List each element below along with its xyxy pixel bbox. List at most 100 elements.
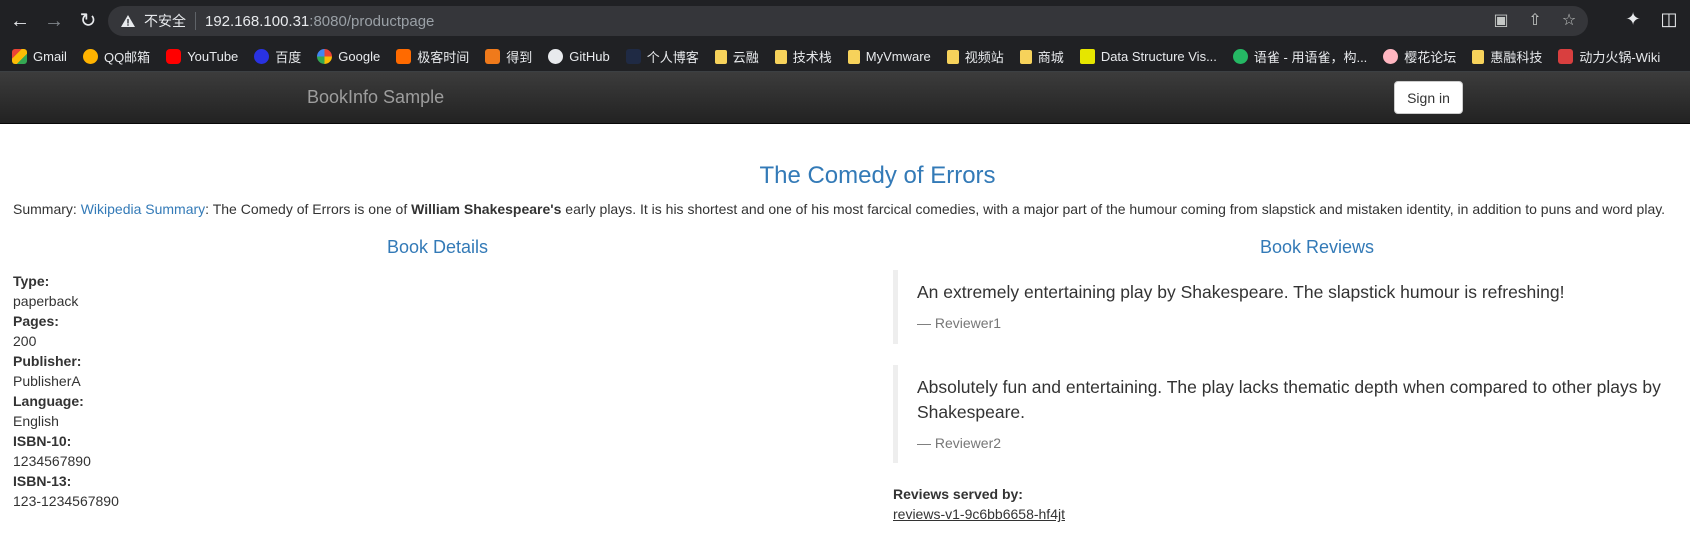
- detail-value: 1234567890: [13, 453, 91, 469]
- address-bar[interactable]: 不安全 192.168.100.31:8080/productpage ▣ ⇧ …: [108, 6, 1588, 36]
- bookmark-label: 视频站: [964, 50, 1004, 65]
- translate-icon[interactable]: ▣: [1492, 12, 1510, 30]
- bookmark-item[interactable]: 极客时间: [396, 47, 469, 66]
- detail-label: ISBN-10:: [13, 433, 72, 449]
- sakura-icon: [1383, 49, 1399, 64]
- bookmark-label: 得到: [506, 50, 533, 65]
- detail-value: 123-1234567890: [13, 493, 119, 509]
- back-arrow-icon[interactable]: ←: [6, 7, 34, 35]
- star-icon[interactable]: ☆: [1560, 12, 1578, 30]
- bookmark-item[interactable]: QQ邮箱: [82, 47, 151, 66]
- sign-in-button[interactable]: Sign in: [1394, 81, 1463, 114]
- folder-icon: [714, 49, 727, 64]
- bookmark-item[interactable]: 商城: [1019, 47, 1064, 66]
- summary-text-post: early plays. It is his shortest and one …: [561, 201, 1666, 217]
- detail-value: PublisherA: [13, 373, 81, 389]
- folder-icon: [774, 49, 787, 64]
- bookmark-item[interactable]: 樱花论坛: [1383, 47, 1456, 66]
- dedao-icon: [485, 49, 501, 64]
- wikipedia-summary-link[interactable]: Wikipedia Summary: [81, 201, 205, 217]
- review-item: Absolutely fun and entertaining. The pla…: [893, 365, 1673, 463]
- book-details-list: Type: paperback Pages: 200 Publisher: Publish…: [13, 271, 119, 511]
- url-path: :8080/productpage: [309, 12, 435, 30]
- bookmark-item[interactable]: 惠融科技: [1472, 47, 1542, 66]
- detail-label: Language:: [13, 393, 84, 409]
- detail-label: Pages:: [13, 313, 59, 329]
- share-icon[interactable]: ⇧: [1526, 12, 1544, 30]
- book-reviews-heading: Book Reviews: [1260, 237, 1375, 257]
- detail-label: Type:: [13, 273, 50, 289]
- bookmark-label: 语雀 - 用语雀，构...: [1253, 50, 1368, 65]
- baidu-icon: [254, 49, 270, 64]
- review-item: An extremely entertaining play by Shakes…: [893, 270, 1673, 344]
- omnibox-separator: [195, 12, 196, 30]
- page-title: The Comedy of Errors: [759, 162, 996, 189]
- reviews-pod-name: reviews-v1-9c6bb6658-hf4jt: [893, 506, 1065, 522]
- bookmark-label: 动力火锅-Wiki: [1579, 50, 1661, 65]
- bookmark-label: YouTube: [187, 49, 239, 64]
- book-details-heading: Book Details: [387, 237, 489, 257]
- bookmark-item[interactable]: GitHub: [548, 49, 610, 64]
- browser-toolbar: ← → ↻ 不安全 192.168.100.31:8080/productpag…: [0, 0, 1690, 42]
- navbar: BookInfo Sample Sign in: [0, 72, 1690, 124]
- qq-icon: [82, 49, 98, 64]
- bookmark-label: GitHub: [569, 49, 610, 64]
- review-author: — Reviewer1: [917, 315, 1002, 331]
- url-host: 192.168.100.31: [205, 12, 310, 30]
- brand-link[interactable]: BookInfo Sample: [307, 87, 444, 108]
- bookmark-item[interactable]: 百度: [254, 47, 301, 66]
- gmail-icon: [12, 49, 27, 64]
- summary-label: Summary:: [13, 201, 77, 217]
- bookmark-item[interactable]: 技术栈: [774, 47, 832, 66]
- usf-icon: [1079, 49, 1095, 64]
- folder-icon: [946, 49, 959, 64]
- bookmark-item[interactable]: 得到: [485, 47, 532, 66]
- review-text: An extremely entertaining play by Shakes…: [917, 282, 1565, 302]
- folder-icon: [1472, 49, 1485, 64]
- detail-value: paperback: [13, 293, 79, 309]
- bookmark-item[interactable]: YouTube: [166, 49, 238, 64]
- bookmark-item[interactable]: 云融: [714, 47, 759, 66]
- summary-text-pre: : The Comedy of Errors is one of: [205, 201, 412, 217]
- yuque-icon: [1232, 49, 1248, 64]
- bookmark-item[interactable]: 语雀 - 用语雀，构...: [1232, 47, 1368, 66]
- bookmark-item[interactable]: Google: [317, 49, 380, 64]
- bookmark-item[interactable]: Gmail: [12, 49, 67, 64]
- bookmark-item[interactable]: Data Structure Vis...: [1079, 49, 1217, 64]
- review-author: — Reviewer2: [917, 435, 1002, 451]
- detail-value: 200: [13, 333, 37, 349]
- bookmark-label: 个人博客: [646, 50, 699, 65]
- bookmark-label: QQ邮箱: [103, 50, 151, 65]
- bookmark-label: 云融: [732, 50, 759, 65]
- bookmark-item[interactable]: 视频站: [946, 47, 1004, 66]
- bookmark-label: MyVmware: [865, 49, 931, 64]
- bookmark-label: Data Structure Vis...: [1100, 49, 1217, 64]
- gh-icon: [548, 49, 564, 64]
- detail-value: English: [13, 413, 59, 429]
- bookmark-label: 樱花论坛: [1404, 50, 1457, 65]
- bookmark-item[interactable]: MyVmware: [847, 49, 931, 64]
- warning-icon: [120, 13, 136, 29]
- detail-label: Publisher:: [13, 353, 82, 369]
- bookmark-label: Google: [338, 49, 381, 64]
- detail-label: ISBN-13:: [13, 473, 72, 489]
- book-summary: Summary: Wikipedia Summary: The Comedy o…: [13, 201, 1683, 217]
- dongli-icon: [1558, 49, 1574, 64]
- bookmarks-bar: Gmail QQ邮箱 YouTube 百度 Google 极客时间 得到 GitHub 个人博客…: [0, 42, 1690, 72]
- bookmark-item[interactable]: 动力火锅-Wiki: [1558, 47, 1660, 66]
- review-text: Absolutely fun and entertaining. The pla…: [917, 377, 1661, 422]
- bookmark-label: Gmail: [33, 49, 67, 64]
- not-secure-label: 不安全: [144, 13, 186, 29]
- bookmark-label: 商城: [1037, 50, 1064, 65]
- bookmark-item[interactable]: 个人博客: [625, 47, 699, 66]
- reviews-served-label: Reviews served by:: [893, 486, 1023, 502]
- google-icon: [317, 49, 333, 64]
- forward-arrow-icon[interactable]: →: [40, 7, 68, 35]
- yt-icon: [166, 49, 182, 64]
- sidebar-icon[interactable]: ◫: [1658, 8, 1680, 30]
- bookmark-label: 百度: [275, 50, 302, 65]
- reload-icon[interactable]: ↻: [74, 7, 102, 35]
- puzzle-icon[interactable]: ✦: [1622, 8, 1644, 30]
- blog-icon: [625, 49, 641, 64]
- folder-icon: [1019, 49, 1032, 64]
